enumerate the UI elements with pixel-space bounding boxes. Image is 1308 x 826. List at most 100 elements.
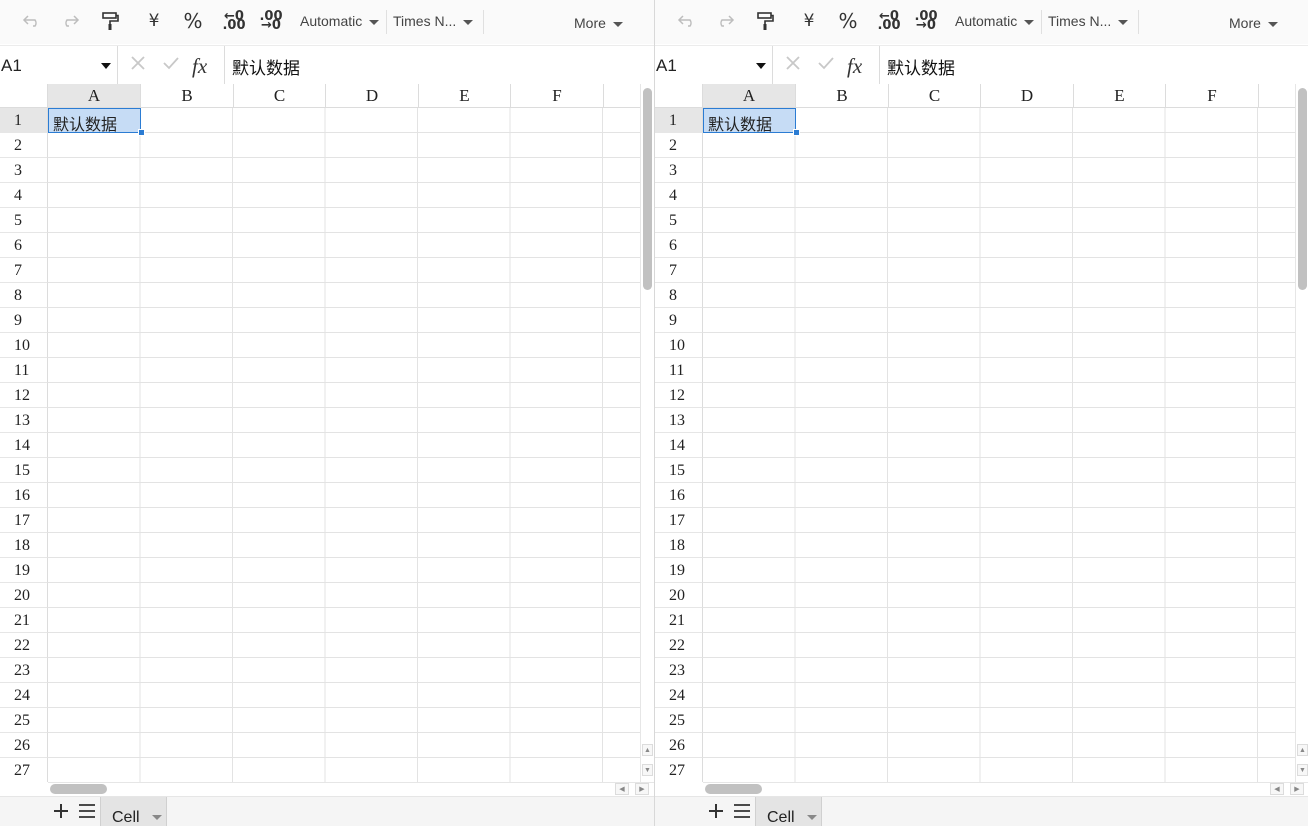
row-header-21[interactable]: 21 [655, 608, 703, 633]
row-header-17[interactable]: 17 [655, 508, 703, 533]
redo-button[interactable] [58, 6, 82, 36]
row-header-20[interactable]: 20 [0, 583, 48, 608]
undo-button[interactable] [675, 6, 699, 36]
row-header-16[interactable]: 16 [655, 483, 703, 508]
number-format-dropdown[interactable]: Automatic [955, 6, 1035, 36]
add-sheet-button[interactable] [51, 803, 71, 823]
row-header-5[interactable]: 5 [655, 208, 703, 233]
row-header-14[interactable]: 14 [655, 433, 703, 458]
name-box[interactable]: A1 [0, 46, 118, 84]
row-header-27[interactable]: 27 [0, 758, 48, 782]
confirm-edit-button[interactable] [815, 54, 837, 76]
chevron-down-icon[interactable] [807, 815, 817, 820]
row-header-22[interactable]: 22 [655, 633, 703, 658]
function-icon[interactable]: fx [192, 54, 207, 79]
scroll-right-icon[interactable]: ▶ [635, 783, 649, 795]
row-header-4[interactable]: 4 [0, 183, 48, 208]
column-header-b[interactable]: B [141, 84, 234, 108]
scroll-right-icon[interactable]: ▶ [1290, 783, 1304, 795]
row-header-1[interactable]: 1 [655, 108, 703, 133]
vertical-scrollbar[interactable]: ▲ ▼ [640, 84, 654, 782]
row-header-7[interactable]: 7 [0, 258, 48, 283]
row-header-3[interactable]: 3 [0, 158, 48, 183]
row-header-6[interactable]: 6 [655, 233, 703, 258]
number-format-dropdown[interactable]: Automatic [300, 6, 380, 36]
add-sheet-button[interactable] [706, 803, 726, 823]
column-header-d[interactable]: D [326, 84, 419, 108]
currency-format-button[interactable]: ¥ [797, 6, 821, 36]
confirm-edit-button[interactable] [160, 54, 182, 76]
row-header-25[interactable]: 25 [655, 708, 703, 733]
scroll-down-icon[interactable]: ▼ [1297, 764, 1308, 776]
horizontal-scroll-thumb[interactable] [705, 784, 762, 794]
format-painter-button[interactable] [98, 6, 122, 36]
vertical-scroll-thumb[interactable] [1298, 88, 1307, 290]
horizontal-scrollbar[interactable]: ◀ ▶ [703, 782, 1308, 796]
row-header-24[interactable]: 24 [0, 683, 48, 708]
row-header-7[interactable]: 7 [655, 258, 703, 283]
vertical-scroll-thumb[interactable] [643, 88, 652, 290]
format-painter-button[interactable] [753, 6, 777, 36]
select-all-corner[interactable] [655, 84, 703, 108]
cell-grid[interactable]: ABCDEF 1 2 3 4 5 6 7 8 9 10 11 12 13 14 15 16 17 18 19 20 21… [655, 84, 1295, 782]
row-header-25[interactable]: 25 [0, 708, 48, 733]
column-header-f[interactable]: F [511, 84, 604, 108]
row-header-23[interactable]: 23 [0, 658, 48, 683]
redo-button[interactable] [713, 6, 737, 36]
fill-handle[interactable] [138, 129, 145, 136]
row-header-23[interactable]: 23 [655, 658, 703, 683]
row-header-17[interactable]: 17 [0, 508, 48, 533]
row-header-19[interactable]: 19 [0, 558, 48, 583]
row-header-14[interactable]: 14 [0, 433, 48, 458]
increase-decimal-button[interactable]: .00 →0 [913, 6, 939, 36]
row-header-24[interactable]: 24 [655, 683, 703, 708]
column-header-partial[interactable] [604, 84, 640, 108]
row-header-8[interactable]: 8 [655, 283, 703, 308]
row-header-2[interactable]: 2 [0, 133, 48, 158]
cancel-edit-button[interactable] [127, 54, 149, 76]
row-header-3[interactable]: 3 [655, 158, 703, 183]
font-family-dropdown[interactable]: Times N... [393, 6, 474, 36]
column-header-a[interactable]: A [703, 84, 796, 108]
row-header-12[interactable]: 12 [0, 383, 48, 408]
column-header-f[interactable]: F [1166, 84, 1259, 108]
sheet-list-button[interactable] [732, 803, 752, 823]
row-header-16[interactable]: 16 [0, 483, 48, 508]
font-family-dropdown[interactable]: Times N... [1048, 6, 1129, 36]
column-header-c[interactable]: C [234, 84, 326, 108]
row-header-8[interactable]: 8 [0, 283, 48, 308]
row-header-13[interactable]: 13 [0, 408, 48, 433]
row-header-26[interactable]: 26 [0, 733, 48, 758]
horizontal-scrollbar[interactable]: ◀ ▶ [48, 782, 654, 796]
vertical-scrollbar[interactable]: ▲ ▼ [1295, 84, 1308, 782]
row-header-18[interactable]: 18 [0, 533, 48, 558]
column-header-partial[interactable] [1259, 84, 1295, 108]
row-header-18[interactable]: 18 [655, 533, 703, 558]
percent-format-button[interactable]: % [180, 6, 206, 36]
row-header-22[interactable]: 22 [0, 633, 48, 658]
row-header-4[interactable]: 4 [655, 183, 703, 208]
scroll-left-icon[interactable]: ◀ [615, 783, 629, 795]
more-button[interactable]: More [1229, 8, 1278, 38]
row-header-26[interactable]: 26 [655, 733, 703, 758]
undo-button[interactable] [20, 6, 44, 36]
row-header-11[interactable]: 11 [655, 358, 703, 383]
row-header-13[interactable]: 13 [655, 408, 703, 433]
name-box[interactable]: A1 [655, 46, 773, 84]
sheet-list-button[interactable] [77, 803, 97, 823]
cancel-edit-button[interactable] [782, 54, 804, 76]
column-header-d[interactable]: D [981, 84, 1074, 108]
scroll-left-icon[interactable]: ◀ [1270, 783, 1284, 795]
horizontal-scroll-thumb[interactable] [50, 784, 107, 794]
select-all-corner[interactable] [0, 84, 48, 108]
scroll-up-icon[interactable]: ▲ [1297, 744, 1308, 756]
formula-input[interactable]: 默认数据 [232, 54, 300, 79]
column-header-a[interactable]: A [48, 84, 141, 108]
column-header-e[interactable]: E [419, 84, 511, 108]
fill-handle[interactable] [793, 129, 800, 136]
percent-format-button[interactable]: % [835, 6, 861, 36]
currency-format-button[interactable]: ¥ [142, 6, 166, 36]
column-header-c[interactable]: C [889, 84, 981, 108]
sheet-tab-cell[interactable]: Cell [100, 797, 167, 826]
chevron-down-icon[interactable] [152, 815, 162, 820]
